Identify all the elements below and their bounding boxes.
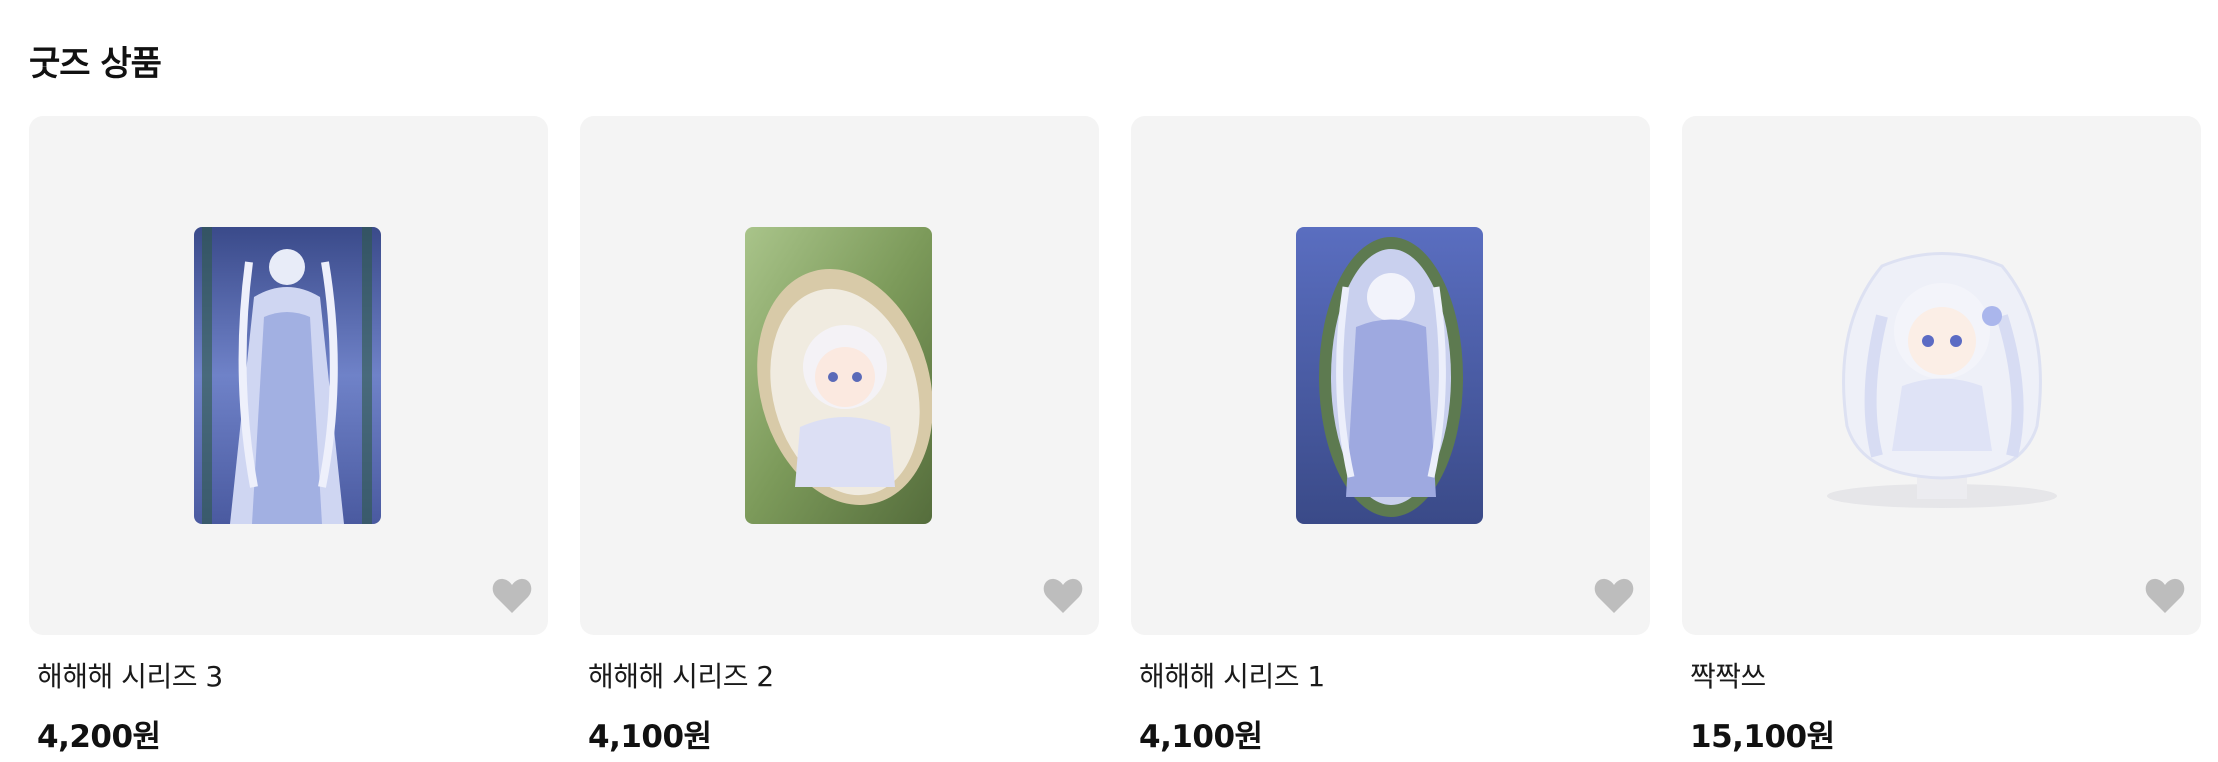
product-thumbnail[interactable] [1682,116,2201,635]
section-title: 굿즈 상품 [29,44,162,84]
product-image [1822,246,2062,516]
product-price: 4,100원 [588,719,712,755]
product-card[interactable]: 해해해 시리즈 2 4,100원 [580,116,1099,756]
product-grid: 해해해 시리즈 3 4,200원 해해해 시리즈 2 4,100원 해해해 시리… [29,116,2201,756]
product-card[interactable]: 해해해 시리즈 1 4,100원 [1131,116,1650,756]
product-name[interactable]: 해해해 시리즈 2 [580,655,1099,695]
heart-icon[interactable] [1593,577,1635,615]
product-name[interactable]: 해해해 시리즈 1 [1131,655,1650,695]
product-card[interactable]: 해해해 시리즈 3 4,200원 [29,116,548,756]
product-image [1296,227,1483,524]
heart-icon[interactable] [2144,577,2186,615]
product-card[interactable]: 짝짝쓰 15,100원 [1682,116,2201,756]
goods-section: 굿즈 상품 해해해 시리즈 3 4,200원 해해해 시리즈 2 4,100원 … [0,0,2218,762]
heart-icon[interactable] [491,577,533,615]
product-thumbnail[interactable] [1131,116,1650,635]
product-name[interactable]: 짝짝쓰 [1682,655,2201,695]
heart-icon[interactable] [1042,577,1084,615]
product-price: 4,100원 [1139,719,1263,755]
product-price: 15,100원 [1690,719,1835,755]
product-thumbnail[interactable] [580,116,1099,635]
product-thumbnail[interactable] [29,116,548,635]
product-image [194,227,381,524]
product-image [745,227,932,524]
product-price: 4,200원 [37,719,161,755]
product-name[interactable]: 해해해 시리즈 3 [29,655,548,695]
